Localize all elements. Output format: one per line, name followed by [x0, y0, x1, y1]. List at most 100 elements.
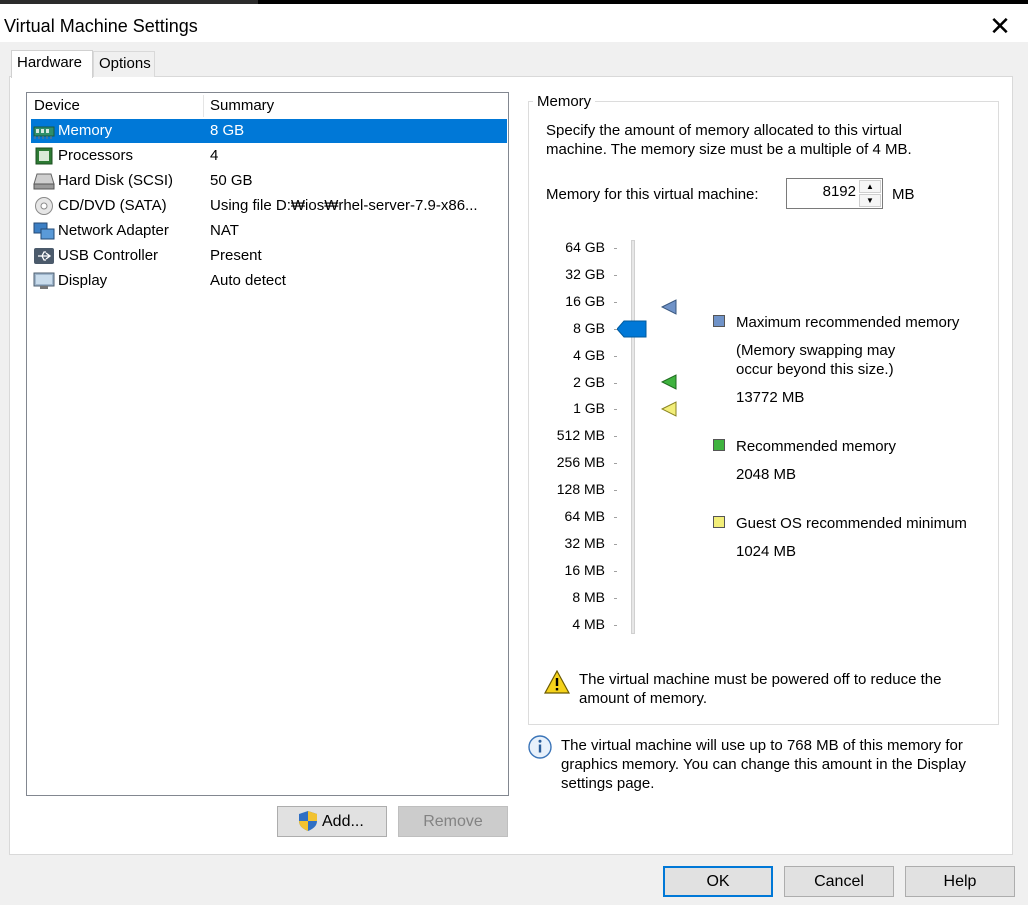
summary-column-header[interactable]: Summary	[210, 97, 274, 114]
scale-tick-label: 4 GB	[573, 347, 605, 363]
spin-up-button[interactable]: ▲	[859, 180, 881, 193]
add-button[interactable]: Add...	[277, 806, 387, 837]
scale-tick-label: 8 MB	[572, 589, 605, 605]
device-summary: Present	[210, 247, 262, 264]
max-legend-note-line1: (Memory swapping may	[736, 342, 896, 359]
memory-group-label: Memory	[533, 93, 596, 110]
scale-tick-mark	[614, 490, 617, 491]
warning-line2: amount of memory.	[579, 690, 708, 707]
scale-tick-label: 256 MB	[556, 454, 605, 470]
scale-tick-mark	[614, 409, 617, 410]
network-adapter-icon	[33, 222, 55, 240]
max-legend-value: 13772 MB	[736, 389, 805, 406]
scale-tick-mark	[614, 302, 617, 303]
add-button-label: Add...	[322, 813, 364, 830]
guest-minimum-marker	[661, 401, 677, 417]
device-row-cd-dvd[interactable]: CD/DVD (SATA) Using file D:₩ios₩rhel-ser…	[31, 194, 507, 218]
close-icon[interactable]: ✕	[986, 12, 1014, 40]
device-name: Hard Disk (SCSI)	[58, 172, 174, 189]
max-legend-title: Maximum recommended memory	[736, 314, 960, 331]
window-title: Virtual Machine Settings	[4, 16, 198, 36]
device-summary: 4	[210, 147, 219, 164]
device-summary: Using file D:₩ios₩rhel-server-7.9-x86...	[210, 197, 478, 214]
spin-down-button[interactable]: ▼	[859, 194, 881, 207]
info-line3: settings page.	[561, 775, 655, 792]
recommended-legend-value: 2048 MB	[736, 466, 797, 483]
device-row-usb-controller[interactable]: USB Controller Present	[31, 244, 507, 268]
max-legend-note-line2: occur beyond this size.)	[736, 361, 894, 378]
device-column-header[interactable]: Device	[34, 97, 80, 114]
minimum-legend-swatch	[713, 516, 725, 528]
scale-tick-mark	[614, 275, 617, 276]
scale-tick-label: 128 MB	[556, 481, 605, 497]
device-name: Memory	[58, 122, 113, 139]
scale-tick-label: 64 GB	[565, 239, 605, 255]
memory-unit: MB	[892, 186, 915, 203]
device-name: Network Adapter	[58, 222, 169, 239]
memory-field-label: Memory for this virtual machine:	[546, 186, 759, 203]
info-icon	[528, 735, 552, 759]
scale-tick-mark	[614, 571, 617, 572]
cd-dvd-icon	[35, 197, 53, 215]
recommended-legend-swatch	[713, 439, 725, 451]
scale-tick-label: 1 GB	[573, 400, 605, 416]
scale-tick-label: 2 GB	[573, 374, 605, 390]
device-list[interactable]: Device Summary Memory 8 GB Processors 4 …	[26, 92, 509, 796]
title-bar: Virtual Machine Settings ✕	[0, 4, 1028, 42]
device-row-network-adapter[interactable]: Network Adapter NAT	[31, 219, 507, 243]
memory-slider-thumb[interactable]	[617, 320, 647, 338]
recommended-marker	[661, 374, 677, 390]
memory-value[interactable]: 8192	[823, 183, 856, 200]
ok-button[interactable]: OK	[663, 866, 773, 897]
device-summary: Auto detect	[210, 272, 286, 289]
scale-tick-label: 4 MB	[572, 616, 605, 632]
tab-options[interactable]: Options	[93, 51, 155, 77]
device-row-memory[interactable]: Memory 8 GB	[31, 119, 507, 143]
scale-tick-label: 8 GB	[573, 320, 605, 336]
device-row-hard-disk[interactable]: Hard Disk (SCSI) 50 GB	[31, 169, 507, 193]
scale-tick-label: 64 MB	[564, 508, 605, 524]
scale-tick-label: 512 MB	[556, 427, 605, 443]
scale-tick-label: 32 GB	[565, 266, 605, 282]
memory-spinbox[interactable]: 8192 ▲ ▼	[786, 178, 883, 209]
device-row-display[interactable]: Display Auto detect	[31, 269, 507, 293]
scale-tick-label: 16 GB	[565, 293, 605, 309]
device-row-processors[interactable]: Processors 4	[31, 144, 507, 168]
memory-slider-track[interactable]	[631, 240, 635, 634]
memory-icon	[33, 126, 55, 139]
scale-tick-mark	[614, 625, 617, 626]
cancel-button[interactable]: Cancel	[784, 866, 894, 897]
help-button[interactable]: Help	[905, 866, 1015, 897]
memory-description-line1: Specify the amount of memory allocated t…	[546, 122, 903, 139]
recommended-legend-title: Recommended memory	[736, 438, 897, 455]
device-name: Processors	[58, 147, 134, 164]
warning-icon	[544, 670, 570, 694]
scale-tick-mark	[614, 517, 617, 518]
device-name: Display	[58, 272, 108, 289]
processor-icon	[35, 147, 53, 165]
memory-description-line2: machine. The memory size must be a multi…	[546, 141, 912, 158]
remove-button[interactable]: Remove	[398, 806, 508, 837]
device-summary: 8 GB	[210, 122, 245, 139]
shield-icon	[299, 811, 317, 831]
scale-tick-mark	[614, 248, 617, 249]
max-recommended-marker	[661, 299, 677, 315]
scale-tick-mark	[614, 544, 617, 545]
hard-disk-icon	[33, 173, 55, 190]
device-name: USB Controller	[58, 247, 159, 264]
minimum-legend-value: 1024 MB	[736, 543, 797, 560]
spin-buttons: ▲ ▼	[859, 180, 881, 207]
device-summary: NAT	[210, 222, 239, 239]
scale-tick-mark	[614, 598, 617, 599]
scale-tick-label: 32 MB	[564, 535, 605, 551]
max-legend-swatch	[713, 315, 725, 327]
device-name: CD/DVD (SATA)	[58, 197, 167, 214]
warning-line1: The virtual machine must be powered off …	[579, 671, 942, 688]
minimum-legend-title: Guest OS recommended minimum	[736, 515, 967, 532]
device-summary: 50 GB	[210, 172, 253, 189]
tab-hardware[interactable]: Hardware	[11, 50, 93, 78]
column-divider[interactable]	[203, 95, 204, 117]
scale-tick-mark	[614, 436, 617, 437]
usb-icon	[34, 248, 54, 264]
info-line1: The virtual machine will use up to 768 M…	[561, 737, 963, 754]
